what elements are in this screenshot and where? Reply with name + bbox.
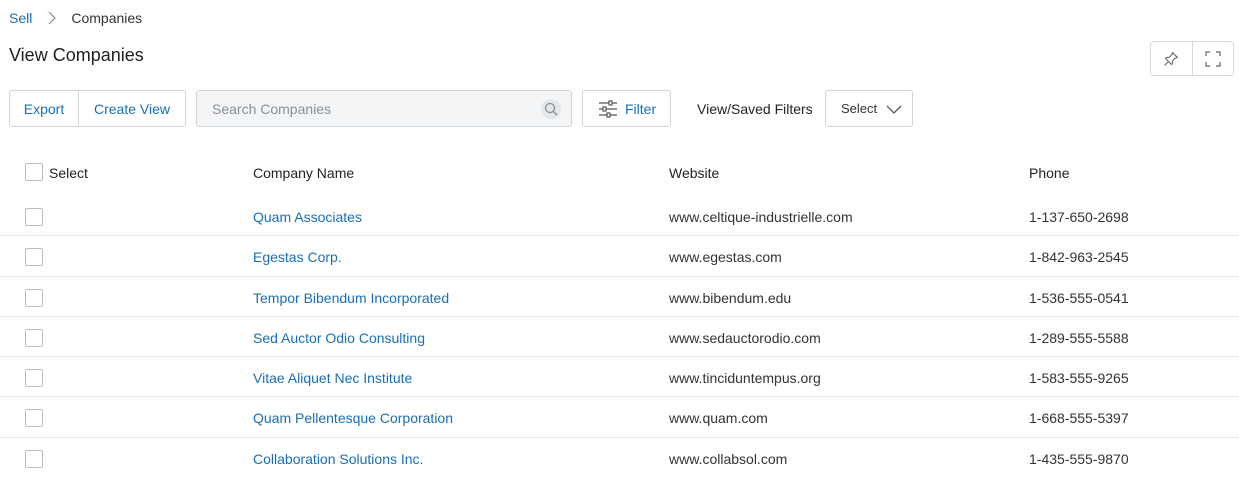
website-cell: www.collabsol.com [669,450,788,467]
company-name-link[interactable]: Vitae Aliquet Nec Institute [253,370,412,386]
filter-button[interactable]: Filter [582,90,671,127]
table-row: Vitae Aliquet Nec Institute www.tincidun… [0,357,1239,398]
table-row: Quam Pellentesque Corporation www.quam.c… [0,397,1239,438]
header-phone[interactable]: Phone [1029,165,1069,181]
company-table-body: Quam Associates www.celtique-industriell… [0,196,1239,478]
website-cell: www.sedauctorodio.com [669,329,821,346]
header-select: Select [49,165,88,181]
website-cell: www.quam.com [669,410,768,427]
table-row: Quam Associates www.celtique-industriell… [0,196,1239,237]
search-box [196,90,572,127]
row-checkbox[interactable] [25,208,43,226]
row-checkbox[interactable] [25,248,43,267]
phone-cell: 1-289-555-5588 [1029,329,1129,346]
breadcrumb: Sell Companies [9,9,142,26]
company-name-link[interactable]: Tempor Bibendum Incorporated [253,290,449,306]
breadcrumb-sell-link[interactable]: Sell [9,10,32,26]
company-name-link[interactable]: Quam Associates [253,209,362,225]
saved-filters-label: View/Saved Filters [697,101,813,117]
phone-cell: 1-435-555-9870 [1029,450,1129,467]
fullscreen-button[interactable] [1191,42,1234,75]
website-cell: www.tinciduntempus.org [669,370,821,387]
search-icon[interactable] [541,99,561,119]
phone-cell: 1-137-650-2698 [1029,209,1129,225]
row-checkbox[interactable] [25,288,43,307]
header-company-name[interactable]: Company Name [253,165,354,181]
view-actions-group: Export Create View [9,90,186,127]
table-header: Select Company Name Website Phone [0,156,1239,190]
phone-cell: 1-842-963-2545 [1029,249,1129,266]
header-website[interactable]: Website [669,165,719,181]
expand-icon [1205,50,1221,67]
table-row: Egestas Corp. www.egestas.com 1-842-963-… [0,236,1239,277]
company-name-link[interactable]: Collaboration Solutions Inc. [253,451,423,467]
breadcrumb-current: Companies [71,9,143,26]
table-row: Tempor Bibendum Incorporated www.bibendu… [0,277,1239,317]
saved-filters-select[interactable]: Select [825,90,913,127]
select-all-checkbox[interactable] [25,163,43,181]
page-title: View Companies [9,45,144,65]
chevron-down-icon [886,105,902,114]
create-view-button[interactable]: Create View [78,91,185,126]
sliders-icon [599,99,617,118]
company-name-link[interactable]: Quam Pellentesque Corporation [253,410,453,426]
phone-cell: 1-536-555-0541 [1029,289,1129,306]
view-controls [1150,41,1234,76]
company-name-link[interactable]: Sed Auctor Odio Consulting [253,330,425,346]
website-cell: www.egestas.com [669,249,782,266]
row-checkbox[interactable] [25,449,43,468]
row-checkbox[interactable] [25,369,43,388]
website-cell: www.celtique-industrielle.com [669,209,853,225]
phone-cell: 1-583-555-9265 [1029,370,1129,387]
website-cell: www.bibendum.edu [669,289,792,306]
search-input[interactable] [197,91,527,126]
chevron-right-icon [47,11,57,25]
company-name-link[interactable]: Egestas Corp. [253,249,342,265]
saved-filters-selected-value: Select [841,101,878,116]
phone-cell: 1-668-555-5397 [1029,410,1129,427]
export-button[interactable]: Export [10,91,78,126]
filter-label: Filter [625,100,657,117]
pin-icon [1164,51,1179,66]
table-row: Collaboration Solutions Inc. www.collabs… [0,438,1239,478]
table-row: Sed Auctor Odio Consulting www.sedauctor… [0,317,1239,358]
row-checkbox[interactable] [25,328,43,347]
pin-button[interactable] [1151,42,1192,75]
row-checkbox[interactable] [25,409,43,428]
